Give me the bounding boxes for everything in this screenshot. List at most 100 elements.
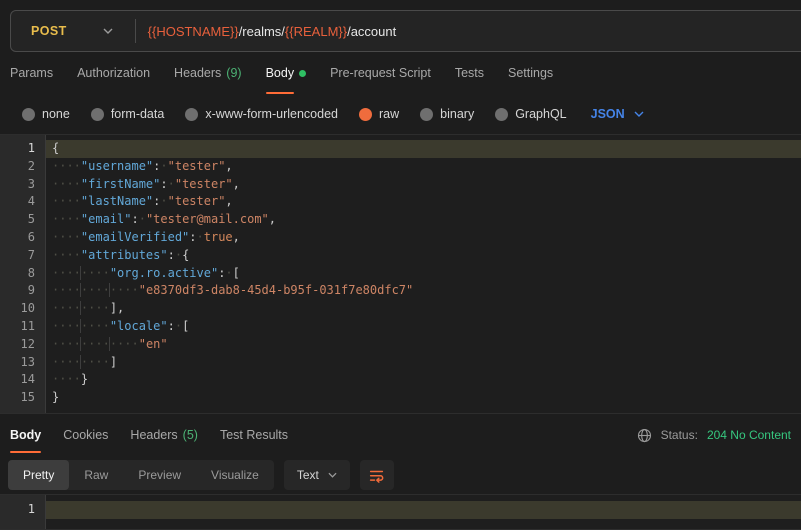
view-raw[interactable]: Raw [69,460,123,490]
tab-settings[interactable]: Settings [508,52,553,94]
view-visualize[interactable]: Visualize [196,460,274,490]
response-format-selector[interactable]: Text [284,460,350,490]
code-line-content: ····} [46,371,801,389]
url-path-segment: /realms/ [239,24,285,39]
code-line-content: ····"attributes":·{ [46,247,801,265]
line-number: 13 [0,354,46,372]
line-number: 9 [0,282,46,300]
body-mode-none[interactable]: none [22,107,70,121]
green-dot-icon [299,70,306,77]
line-number: 7 [0,247,46,265]
code-line-content: ········] [46,354,801,372]
line-number: 1 [0,501,46,519]
code-line: 1 [0,501,801,519]
code-line: 10········], [0,300,801,318]
view-preview[interactable]: Preview [123,460,196,490]
status-value: 204 No Content [707,428,791,442]
tab-body[interactable]: Body [266,52,307,94]
code-line: 4····"lastName":·"tester", [0,193,801,211]
radio-selected-icon [359,108,372,121]
code-line: 7····"attributes":·{ [0,247,801,265]
body-mode-form-data[interactable]: form-data [91,107,165,121]
code-line-content: ····"lastName":·"tester", [46,193,801,211]
code-line: 1{ [0,140,801,158]
radio-icon [495,108,508,121]
radio-icon [91,108,104,121]
response-tab-cookies[interactable]: Cookies [63,414,108,456]
view-pretty[interactable]: Pretty [8,460,69,490]
code-line-content: ····"email":·"tester@mail.com", [46,211,801,229]
tab-params[interactable]: Params [10,52,53,94]
response-tab-headers[interactable]: Headers(5) [130,414,198,456]
request-url-row: POST {{HOSTNAME}}/realms/{{REALM}}/accou… [0,0,801,52]
globe-icon[interactable] [637,428,652,443]
response-header: Body Cookies Headers(5) Test Results Sta… [0,414,801,456]
body-mode-row: none form-data x-www-form-urlencoded raw… [0,94,801,134]
line-number: 8 [0,265,46,283]
url-variable-realm: {{REALM}} [285,24,347,39]
response-view-switcher: Pretty Raw Preview Visualize [8,460,274,490]
body-mode-raw[interactable]: raw [359,107,399,121]
code-line: 3····"firstName":·"tester", [0,176,801,194]
chevron-down-icon [634,111,644,117]
code-line: 11········"locale":·[ [0,318,801,336]
code-line-content: ············"en" [46,336,801,354]
tab-tests[interactable]: Tests [455,52,484,94]
line-number: 2 [0,158,46,176]
body-mode-x-www-form-urlencoded[interactable]: x-www-form-urlencoded [185,107,338,121]
code-line-content: ········"org.ro.active":·[ [46,265,801,283]
code-line-content: } [46,389,801,407]
request-url-bar: POST {{HOSTNAME}}/realms/{{REALM}}/accou… [10,10,801,52]
radio-icon [420,108,433,121]
language-selector[interactable]: JSON [591,107,644,121]
tab-authorization[interactable]: Authorization [77,52,150,94]
line-number: 15 [0,389,46,407]
line-number: 5 [0,211,46,229]
radio-icon [22,108,35,121]
line-number: 11 [0,318,46,336]
code-line: 2····"username":·"tester", [0,158,801,176]
code-line: 9············"e8370df3-dab8-45d4-b95f-03… [0,282,801,300]
wrap-text-button[interactable] [360,460,394,490]
chevron-down-icon [328,472,337,478]
code-line-content: { [46,140,801,158]
response-tab-body[interactable]: Body [10,414,41,456]
headers-count-badge: (9) [226,66,241,80]
line-number: 3 [0,176,46,194]
line-number: 12 [0,336,46,354]
format-label: Text [297,468,319,482]
line-number: 1 [0,140,46,158]
code-line-content: ········"locale":·[ [46,318,801,336]
body-mode-binary[interactable]: binary [420,107,474,121]
code-line: 6····"emailVerified":·true, [0,229,801,247]
response-view-row: Pretty Raw Preview Visualize Text [0,456,801,494]
code-line: 15} [0,389,801,407]
code-line: 14····} [0,371,801,389]
radio-icon [185,108,198,121]
code-line: 12············"en" [0,336,801,354]
chevron-down-icon [103,28,113,34]
url-path-segment: /account [347,24,396,39]
response-body-editor[interactable]: 1 [0,494,801,530]
code-line-content: ····"username":·"tester", [46,158,801,176]
tab-headers[interactable]: Headers(9) [174,52,242,94]
code-line-content: ····"emailVerified":·true, [46,229,801,247]
url-input[interactable]: {{HOSTNAME}}/realms/{{REALM}}/account [136,24,397,39]
response-status-area: Status: 204 No Content [637,414,791,456]
tab-pre-request-script[interactable]: Pre-request Script [330,52,431,94]
postman-app: POST {{HOSTNAME}}/realms/{{REALM}}/accou… [0,0,801,530]
request-body-editor[interactable]: 1{2····"username":·"tester",3····"firstN… [0,134,801,414]
response-headers-count-badge: (5) [183,428,198,442]
code-line: 8········"org.ro.active":·[ [0,265,801,283]
line-number: 4 [0,193,46,211]
body-mode-graphql[interactable]: GraphQL [495,107,566,121]
code-line: 13········] [0,354,801,372]
method-selector[interactable]: POST [11,11,135,51]
code-line-content: ········], [46,300,801,318]
code-line-content: ····"firstName":·"tester", [46,176,801,194]
language-label: JSON [591,107,625,121]
response-tab-test-results[interactable]: Test Results [220,414,288,456]
code-line: 5····"email":·"tester@mail.com", [0,211,801,229]
line-number: 10 [0,300,46,318]
line-number: 6 [0,229,46,247]
